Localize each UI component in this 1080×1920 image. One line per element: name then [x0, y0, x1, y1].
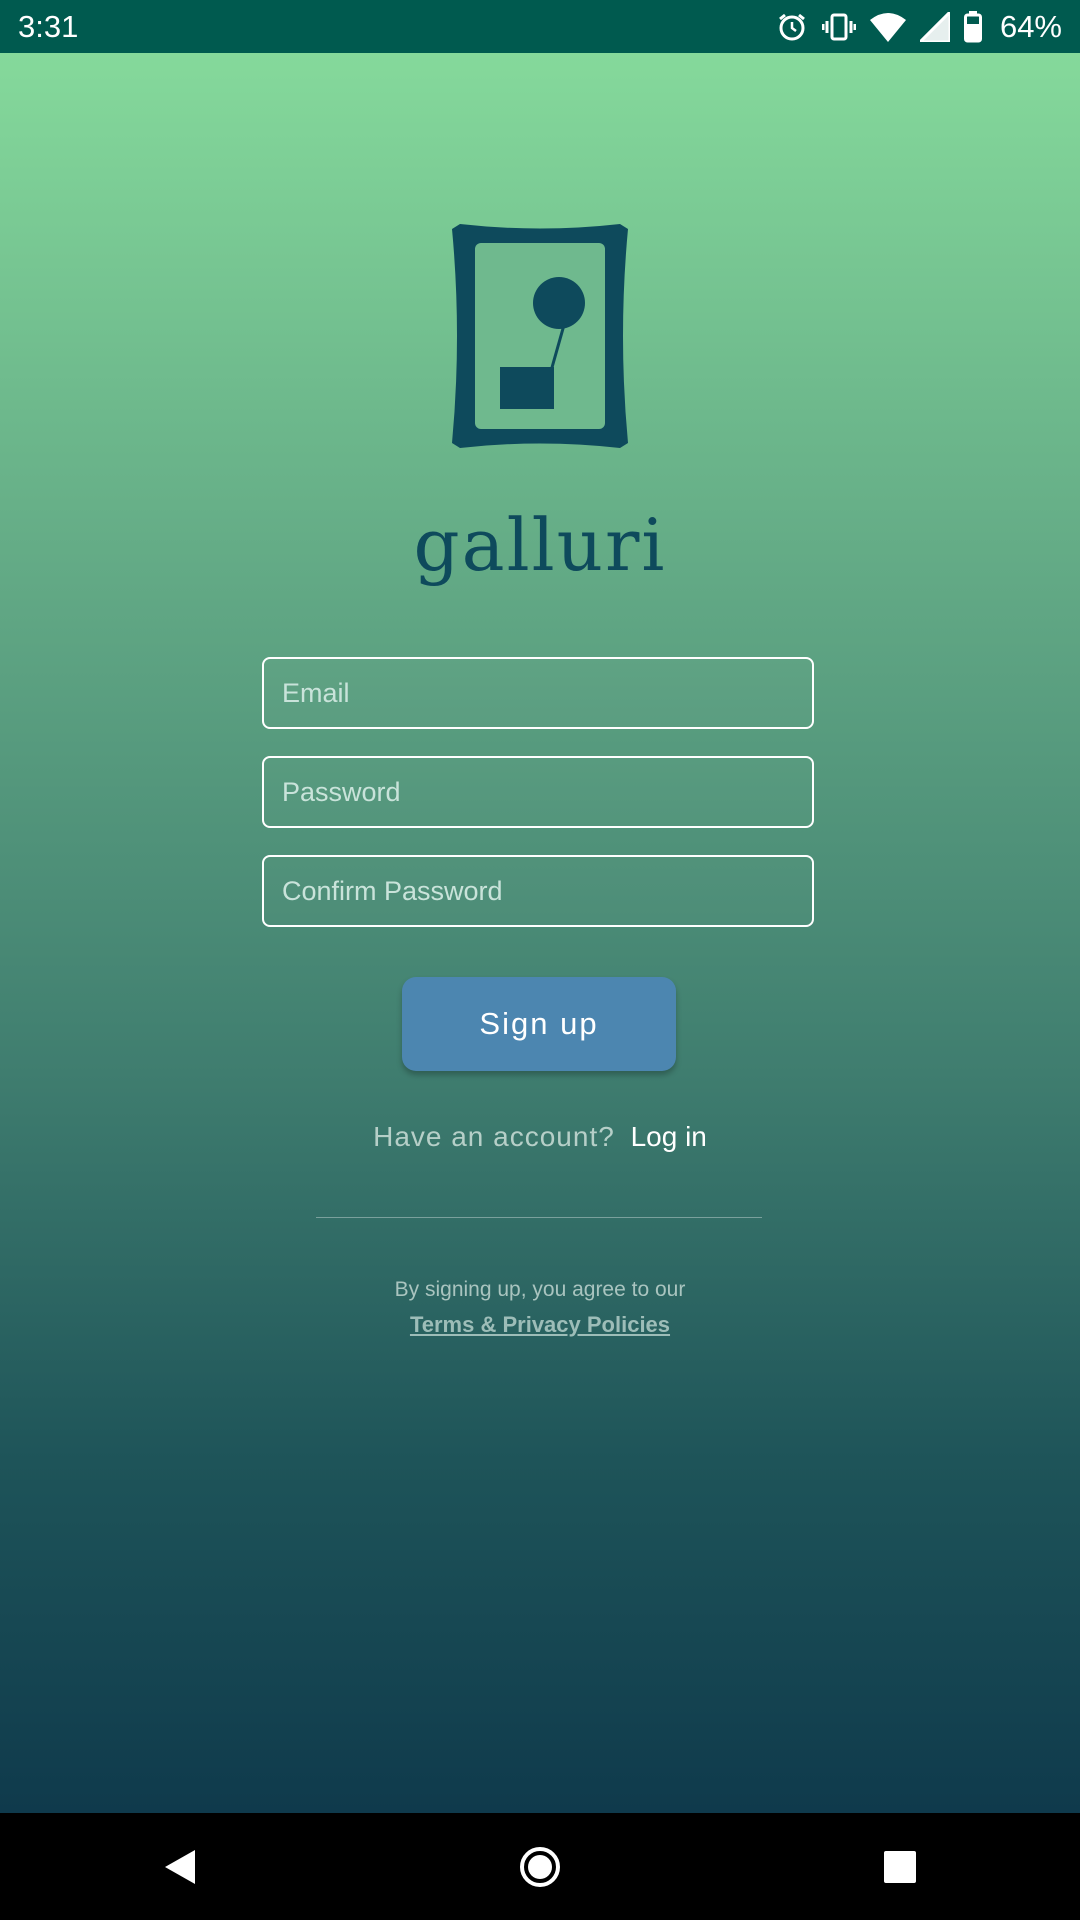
signup-screen: galluri Sign up Have an account? Log in …: [0, 53, 1080, 1813]
back-button[interactable]: [125, 1827, 235, 1907]
home-button[interactable]: [485, 1827, 595, 1907]
back-icon: [165, 1849, 195, 1884]
status-icons: 64%: [776, 9, 1062, 45]
email-input[interactable]: [280, 676, 812, 710]
picture-frame-logo: [452, 224, 628, 448]
battery-percentage: 64%: [999, 8, 1062, 44]
recents-button[interactable]: [845, 1827, 955, 1907]
login-row: Have an account? Log in: [0, 1121, 1080, 1153]
alarm-icon: [776, 11, 808, 43]
status-time: 3:31: [18, 8, 79, 44]
wifi-icon: [869, 12, 906, 42]
app-name: galluri: [413, 503, 667, 587]
confirm-password-field[interactable]: [262, 855, 814, 927]
signup-button[interactable]: Sign up: [402, 977, 676, 1071]
battery-icon: [963, 10, 982, 43]
login-link[interactable]: Log in: [631, 1121, 707, 1152]
navigation-bar: [0, 1813, 1080, 1920]
status-bar: 3:31 64%: [0, 0, 1080, 53]
vibrate-icon: [821, 11, 856, 43]
password-field[interactable]: [262, 756, 814, 828]
password-input[interactable]: [280, 775, 812, 809]
cell-signal-icon: [919, 11, 950, 42]
email-field[interactable]: [262, 657, 814, 729]
terms-link[interactable]: Terms & Privacy Policies: [0, 1312, 1080, 1338]
divider: [316, 1217, 762, 1218]
confirm-password-input[interactable]: [280, 874, 812, 908]
terms-text: By signing up, you agree to our: [394, 1278, 686, 1301]
home-icon: [520, 1846, 560, 1887]
recents-icon: [884, 1850, 916, 1883]
login-prompt: Have an account?: [373, 1121, 615, 1152]
